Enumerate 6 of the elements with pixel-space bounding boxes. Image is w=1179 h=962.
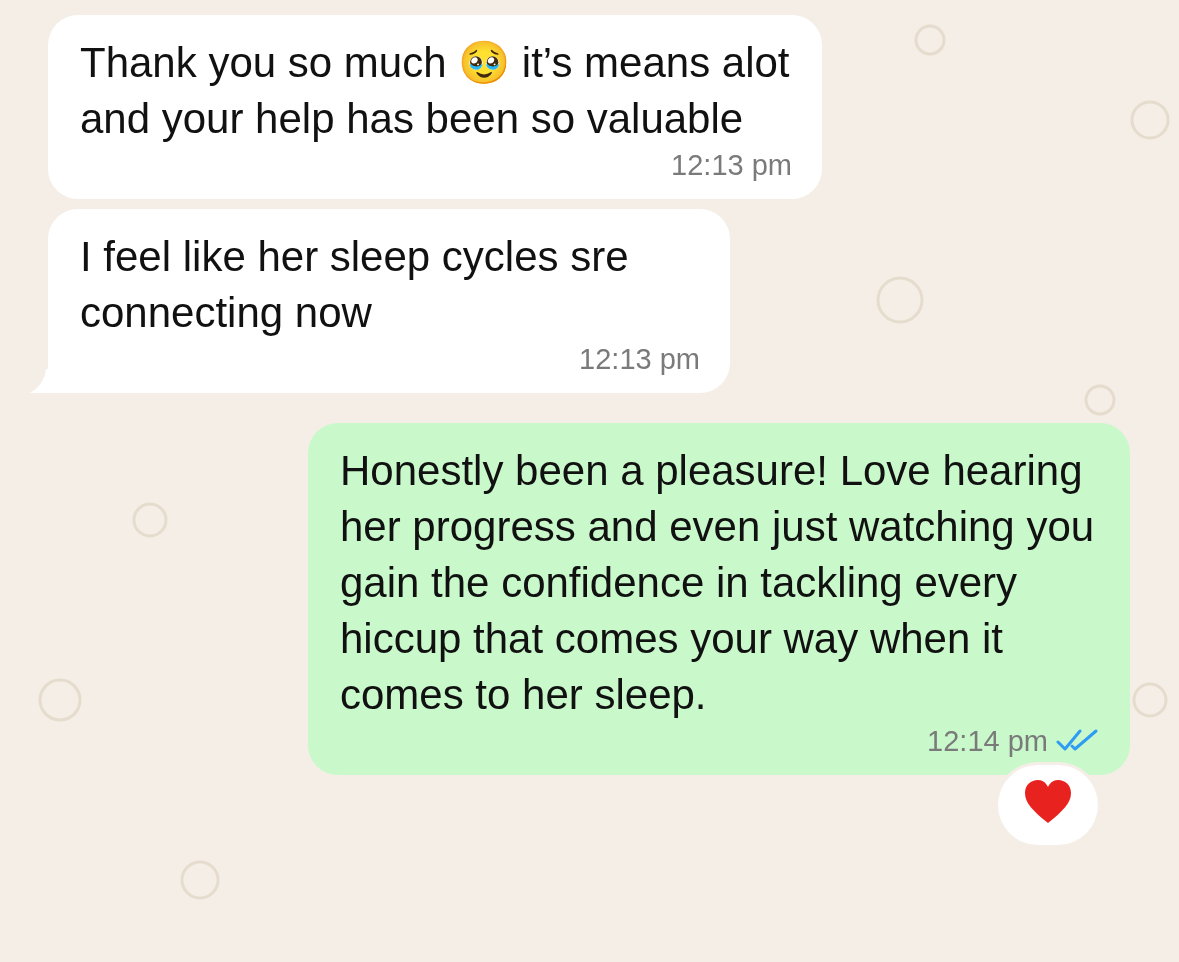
message-text: I feel like her sleep cycles sre connecting now bbox=[80, 232, 630, 338]
message-text: Honestly been a pleasure! Love hearing her progress and even just watching you gain the confidence in tackling every hiccup that comes your way when it comes to her sleep. bbox=[340, 446, 1096, 720]
message-time: 12:13 pm bbox=[579, 342, 700, 377]
message-text: Thank you so much 🥹 it’s means alot and your help has been so valuable bbox=[80, 38, 791, 144]
message-time: 12:14 pm bbox=[927, 724, 1048, 759]
message-time: 12:13 pm bbox=[671, 148, 792, 183]
